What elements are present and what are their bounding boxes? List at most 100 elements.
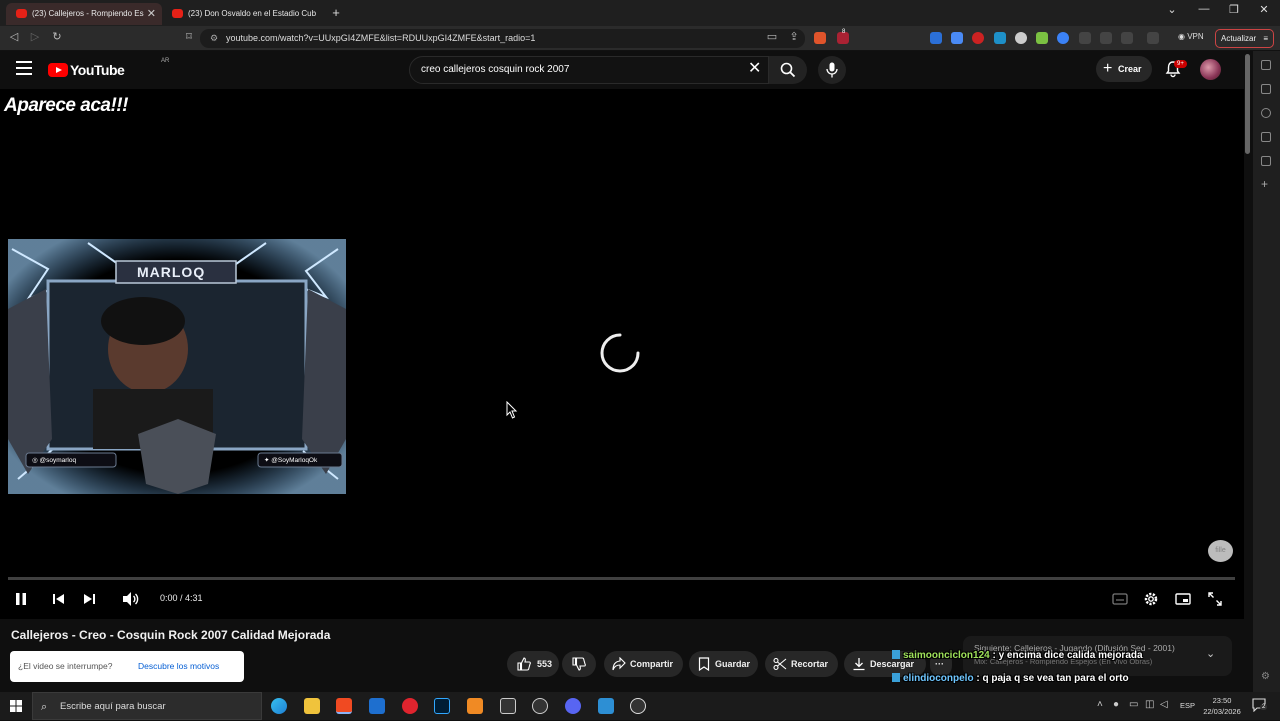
minimize-button[interactable]: —	[1190, 3, 1218, 15]
hamburger-menu-icon[interactable]	[16, 61, 32, 75]
like-count: 553	[537, 659, 553, 669]
next-icon[interactable]	[83, 591, 97, 607]
chat-text: : q paja q se vea tan para el orto	[973, 673, 1129, 684]
forward-button[interactable]: ▷	[27, 30, 43, 43]
tray-volume-icon[interactable]: ◁	[1160, 699, 1168, 710]
settings-gear-icon[interactable]	[1143, 591, 1159, 607]
opera-app-icon[interactable]	[402, 698, 418, 714]
cast-icon[interactable]: ▭	[764, 30, 780, 43]
input-language[interactable]: ESP	[1180, 701, 1195, 710]
fullscreen-icon[interactable]	[1207, 591, 1223, 607]
tab-search-chevron-icon[interactable]: ⌄	[1158, 3, 1186, 16]
windows-start-icon[interactable]	[10, 700, 22, 712]
scrollbar-thumb[interactable]	[1245, 54, 1250, 154]
chat-user-icon	[892, 650, 900, 659]
streaming-app-icon[interactable]	[500, 698, 516, 714]
back-button[interactable]: ◁	[6, 30, 22, 43]
create-button[interactable]: + Crear	[1096, 56, 1152, 82]
sidebar-bookmarks-icon[interactable]	[1261, 84, 1271, 94]
like-button[interactable]: 553	[507, 651, 559, 677]
extension-game-icon[interactable]	[1015, 32, 1027, 44]
new-tab-button[interactable]: +	[322, 5, 350, 20]
notification-center-icon[interactable]: 2	[1252, 698, 1268, 713]
extension-screenshot-icon[interactable]	[994, 32, 1006, 44]
video-player[interactable]: Aparece aca!!! MARLOQ ◎ @soymarloq ✦ @So…	[0, 89, 1244, 619]
brave-rewards-icon[interactable]: 8	[837, 29, 849, 44]
vpn-button[interactable]: ◉ VPN	[1178, 32, 1204, 41]
playback-issue-link[interactable]: Descubre los motivos	[138, 651, 219, 682]
sidebar-history-icon[interactable]	[1261, 108, 1271, 118]
notification-center-count: 2	[1260, 704, 1268, 710]
youtube-favicon-icon	[16, 9, 27, 18]
save-button[interactable]: Guardar	[689, 651, 758, 677]
system-clock[interactable]: 23:50 22/03/2026	[1200, 695, 1244, 717]
reload-button[interactable]: ↻	[49, 30, 65, 43]
extension-translate-icon[interactable]	[951, 32, 963, 44]
pause-icon[interactable]	[14, 591, 28, 607]
search-button[interactable]	[769, 56, 807, 84]
url-bar[interactable]: ⚙ youtube.com/watch?v=UUxpGI4ZMFE&list=R…	[200, 29, 805, 48]
brave-app-icon[interactable]	[336, 698, 352, 714]
restore-button[interactable]: ❐	[1220, 3, 1248, 16]
miniplayer-icon[interactable]	[1175, 591, 1191, 607]
share-button[interactable]: Compartir	[604, 651, 683, 677]
chevron-down-icon[interactable]: ⌄	[1206, 647, 1215, 660]
clear-search-icon[interactable]: ✕	[748, 58, 761, 78]
save-label: Guardar	[715, 659, 751, 669]
browser-tab[interactable]: (23) Don Osvaldo en el Estadio Cub	[162, 3, 320, 25]
chat-text: : y encima dice calida mejorada	[989, 650, 1143, 661]
update-button[interactable]: Actualizar ≡	[1215, 29, 1274, 48]
discord-app-icon[interactable]	[565, 698, 581, 714]
sidebar-add-icon[interactable]: +	[1261, 177, 1268, 191]
site-info-icon[interactable]: ⚙	[210, 29, 218, 48]
country-code: AR	[161, 58, 170, 64]
taskbar-search-input[interactable]: ⌕ Escribe aquí para buscar	[32, 692, 262, 720]
dashboard-app-icon[interactable]	[598, 698, 614, 714]
sidebar-reading-list-icon[interactable]	[1261, 132, 1271, 142]
extension-record-icon[interactable]	[972, 32, 984, 44]
sidebar-settings-icon[interactable]: ⚙	[1261, 671, 1270, 682]
media-controls-icon[interactable]	[1100, 32, 1112, 44]
tray-network-icon[interactable]: ◫	[1145, 699, 1154, 710]
close-tab-icon[interactable]: ✕	[147, 3, 156, 25]
download-icon	[853, 658, 865, 671]
share-icon[interactable]: ⇪	[786, 30, 802, 43]
clip-button[interactable]: Recortar	[765, 651, 838, 677]
dislike-button[interactable]	[562, 651, 596, 677]
fl-studio-app-icon[interactable]	[467, 698, 483, 714]
extension-audio-icon[interactable]	[930, 32, 942, 44]
instagram-handle: @soymarloq	[39, 457, 77, 464]
gauge-app-icon[interactable]	[630, 698, 646, 714]
wallet-icon[interactable]	[1147, 32, 1159, 44]
obs-app-icon[interactable]	[532, 698, 548, 714]
extension-moon-icon[interactable]	[1057, 32, 1069, 44]
sidebar-grid-icon[interactable]	[1261, 156, 1271, 166]
loading-spinner-icon	[600, 333, 640, 373]
subtitles-icon[interactable]	[1112, 591, 1128, 607]
edge-app-icon[interactable]	[271, 698, 287, 714]
tray-mic-icon[interactable]: ●	[1113, 699, 1119, 710]
tray-battery-icon[interactable]: ▭	[1129, 699, 1138, 710]
brave-shield-icon[interactable]	[814, 32, 826, 44]
voice-search-button[interactable]	[818, 56, 846, 84]
file-explorer-app-icon[interactable]	[304, 698, 320, 714]
sidebar-toggle-icon[interactable]	[1121, 32, 1133, 44]
extension-puzzle-icon[interactable]	[1079, 32, 1091, 44]
close-window-button[interactable]: ✕	[1250, 3, 1278, 16]
extension-leaf-icon[interactable]	[1036, 32, 1048, 44]
sidebar-tabs-icon[interactable]	[1261, 60, 1271, 70]
create-label: Crear	[1118, 64, 1142, 74]
avatar[interactable]	[1200, 59, 1221, 80]
previous-icon[interactable]	[51, 591, 65, 607]
update-label: Actualizar	[1221, 34, 1257, 43]
browser-tab-active[interactable]: (23) Callejeros - Rompiendo Es ✕	[6, 3, 162, 25]
tray-chevron-icon[interactable]: ˄	[1097, 699, 1103, 710]
volume-icon[interactable]	[122, 591, 140, 607]
video-progress-bar[interactable]	[8, 577, 1235, 580]
photoshop-app-icon[interactable]	[434, 698, 450, 714]
channel-watermark[interactable]: fille	[1208, 540, 1233, 562]
search-icon	[780, 62, 796, 78]
bookmark-icon[interactable]: ⌑	[181, 30, 197, 43]
visual-app-icon[interactable]	[369, 698, 385, 714]
search-input[interactable]: creo callejeros cosquin rock 2007	[409, 56, 769, 84]
